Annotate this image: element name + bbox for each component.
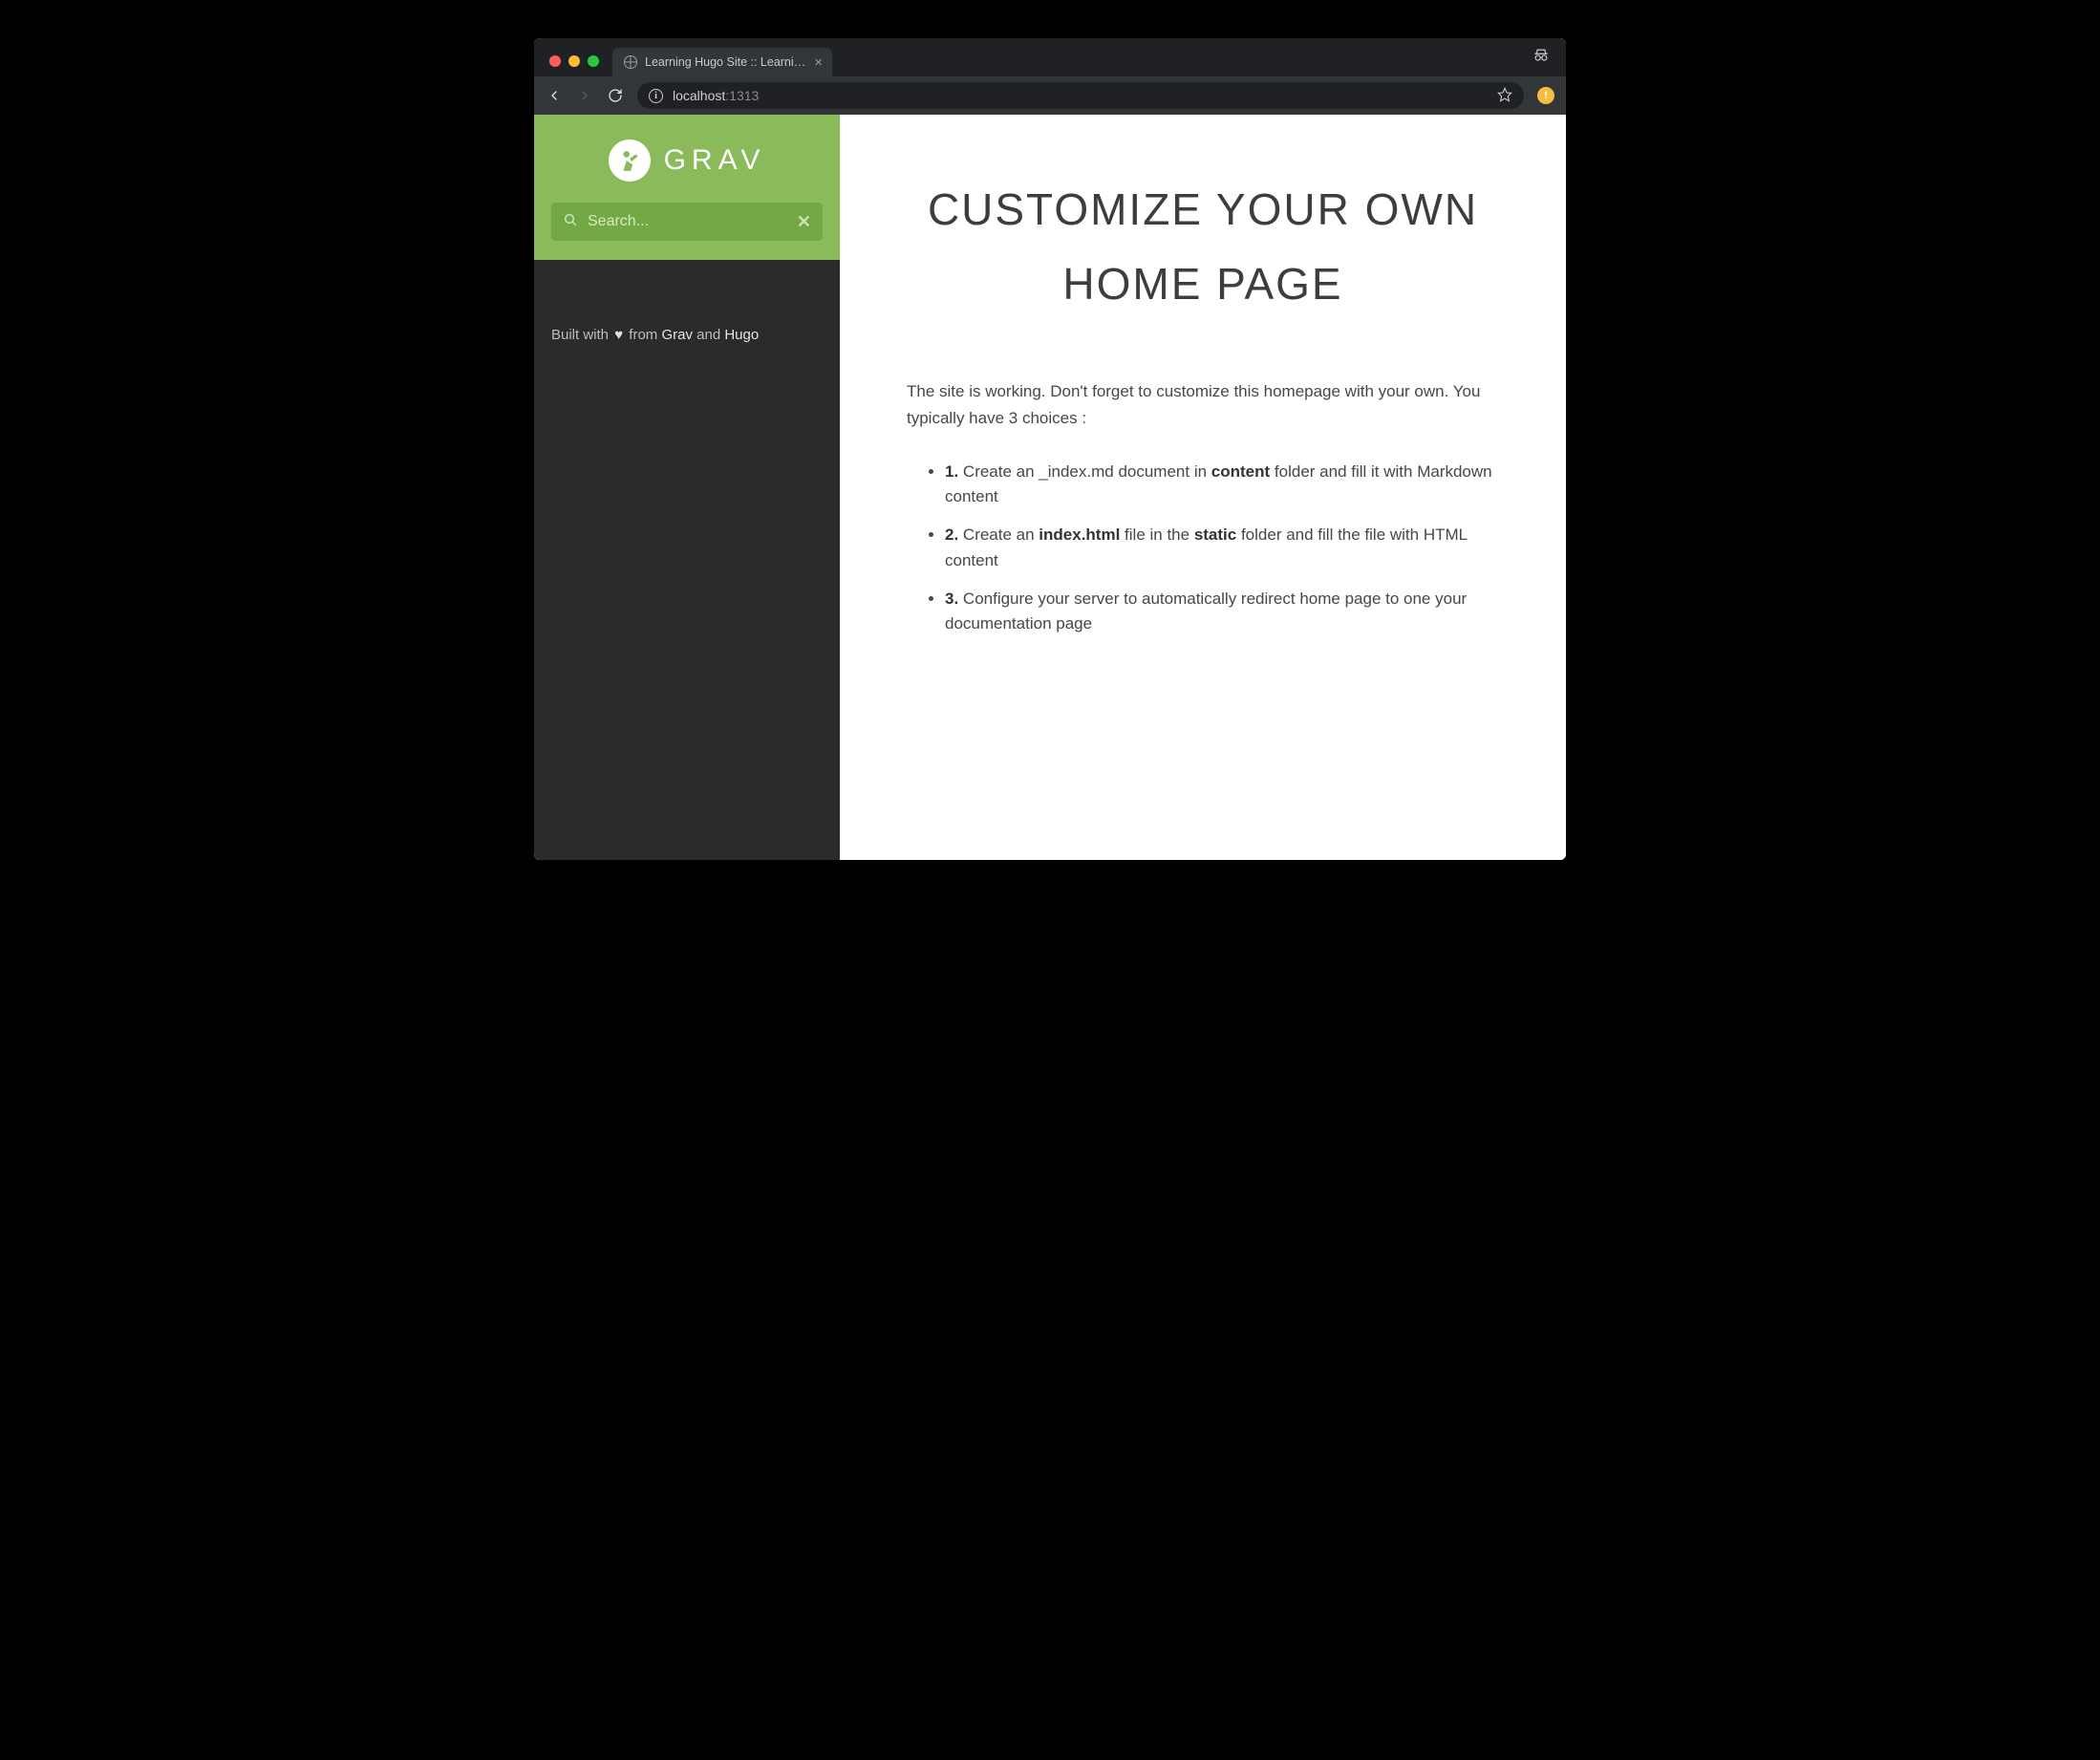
window-minimize-button[interactable]	[568, 55, 580, 67]
search-box[interactable]: ✕	[551, 203, 823, 241]
main-content: CUSTOMIZE YOUR OWN HOME PAGE The site is…	[840, 115, 1566, 860]
nav-reload-button[interactable]	[607, 88, 624, 103]
tab-favicon-icon	[624, 55, 637, 69]
site-logo[interactable]: GRAV	[551, 140, 823, 182]
item-bold: index.html	[1039, 526, 1120, 544]
address-bar-text: localhost:1313	[673, 88, 1488, 103]
window-close-button[interactable]	[549, 55, 561, 67]
item-text: Create an _index.md document in	[958, 462, 1211, 481]
url-port: :1313	[725, 88, 759, 103]
nav-back-button[interactable]	[546, 88, 563, 103]
window-maximize-button[interactable]	[588, 55, 599, 67]
item-text: Create an	[958, 526, 1039, 544]
window-controls	[544, 55, 605, 76]
item-number: 3.	[945, 590, 958, 608]
address-bar[interactable]: i localhost:1313	[637, 82, 1524, 109]
footer-link-hugo[interactable]: Hugo	[724, 327, 759, 343]
tab-close-button[interactable]: ×	[814, 54, 823, 71]
logo-mark-icon	[609, 140, 651, 182]
site-info-icon[interactable]: i	[649, 89, 663, 103]
tab-title: Learning Hugo Site :: Learning	[645, 55, 806, 69]
search-icon	[563, 212, 578, 232]
sidebar-body: Built with ♥ from Grav and Hugo	[534, 260, 840, 860]
browser-toolbar: i localhost:1313 !	[534, 76, 1566, 115]
heart-icon: ♥	[612, 327, 625, 343]
page-title: CUSTOMIZE YOUR OWN HOME PAGE	[907, 172, 1499, 321]
footer-link-grav[interactable]: Grav	[661, 327, 693, 343]
sidebar-header: GRAV ✕	[534, 115, 840, 260]
incognito-icon	[1532, 46, 1551, 70]
search-input[interactable]	[588, 213, 797, 230]
item-number: 1.	[945, 462, 958, 481]
browser-window: Learning Hugo Site :: Learning × i local…	[534, 38, 1566, 860]
sidebar-footer-text: Built with ♥ from Grav and Hugo	[551, 327, 823, 343]
footer-mid: from	[625, 327, 661, 343]
sidebar: GRAV ✕ Built with ♥ from Grav and Hugo	[534, 115, 840, 860]
footer-prefix: Built with	[551, 327, 612, 343]
tab-strip: Learning Hugo Site :: Learning ×	[534, 38, 1566, 76]
choices-list: 1. Create an _index.md document in conte…	[907, 460, 1499, 637]
item-text: Configure your server to automatically r…	[945, 590, 1467, 633]
browser-tab[interactable]: Learning Hugo Site :: Learning ×	[612, 48, 832, 76]
list-item: 1. Create an _index.md document in conte…	[945, 460, 1499, 510]
item-number: 2.	[945, 526, 958, 544]
nav-forward-button[interactable]	[576, 88, 593, 103]
search-clear-button[interactable]: ✕	[797, 212, 811, 232]
list-item: 2. Create an index.html file in the stat…	[945, 523, 1499, 573]
logo-text: GRAV	[664, 144, 766, 177]
footer-and: and	[693, 327, 724, 343]
profile-avatar[interactable]: !	[1537, 87, 1554, 104]
item-bold: static	[1194, 526, 1236, 544]
item-bold: content	[1211, 462, 1270, 481]
item-text: file in the	[1120, 526, 1194, 544]
page-viewport: GRAV ✕ Built with ♥ from Grav and Hugo C…	[534, 115, 1566, 860]
list-item: 3. Configure your server to automaticall…	[945, 587, 1499, 637]
intro-paragraph: The site is working. Don't forget to cus…	[907, 378, 1499, 430]
url-host: localhost	[673, 88, 725, 103]
bookmark-star-icon[interactable]	[1497, 87, 1512, 105]
